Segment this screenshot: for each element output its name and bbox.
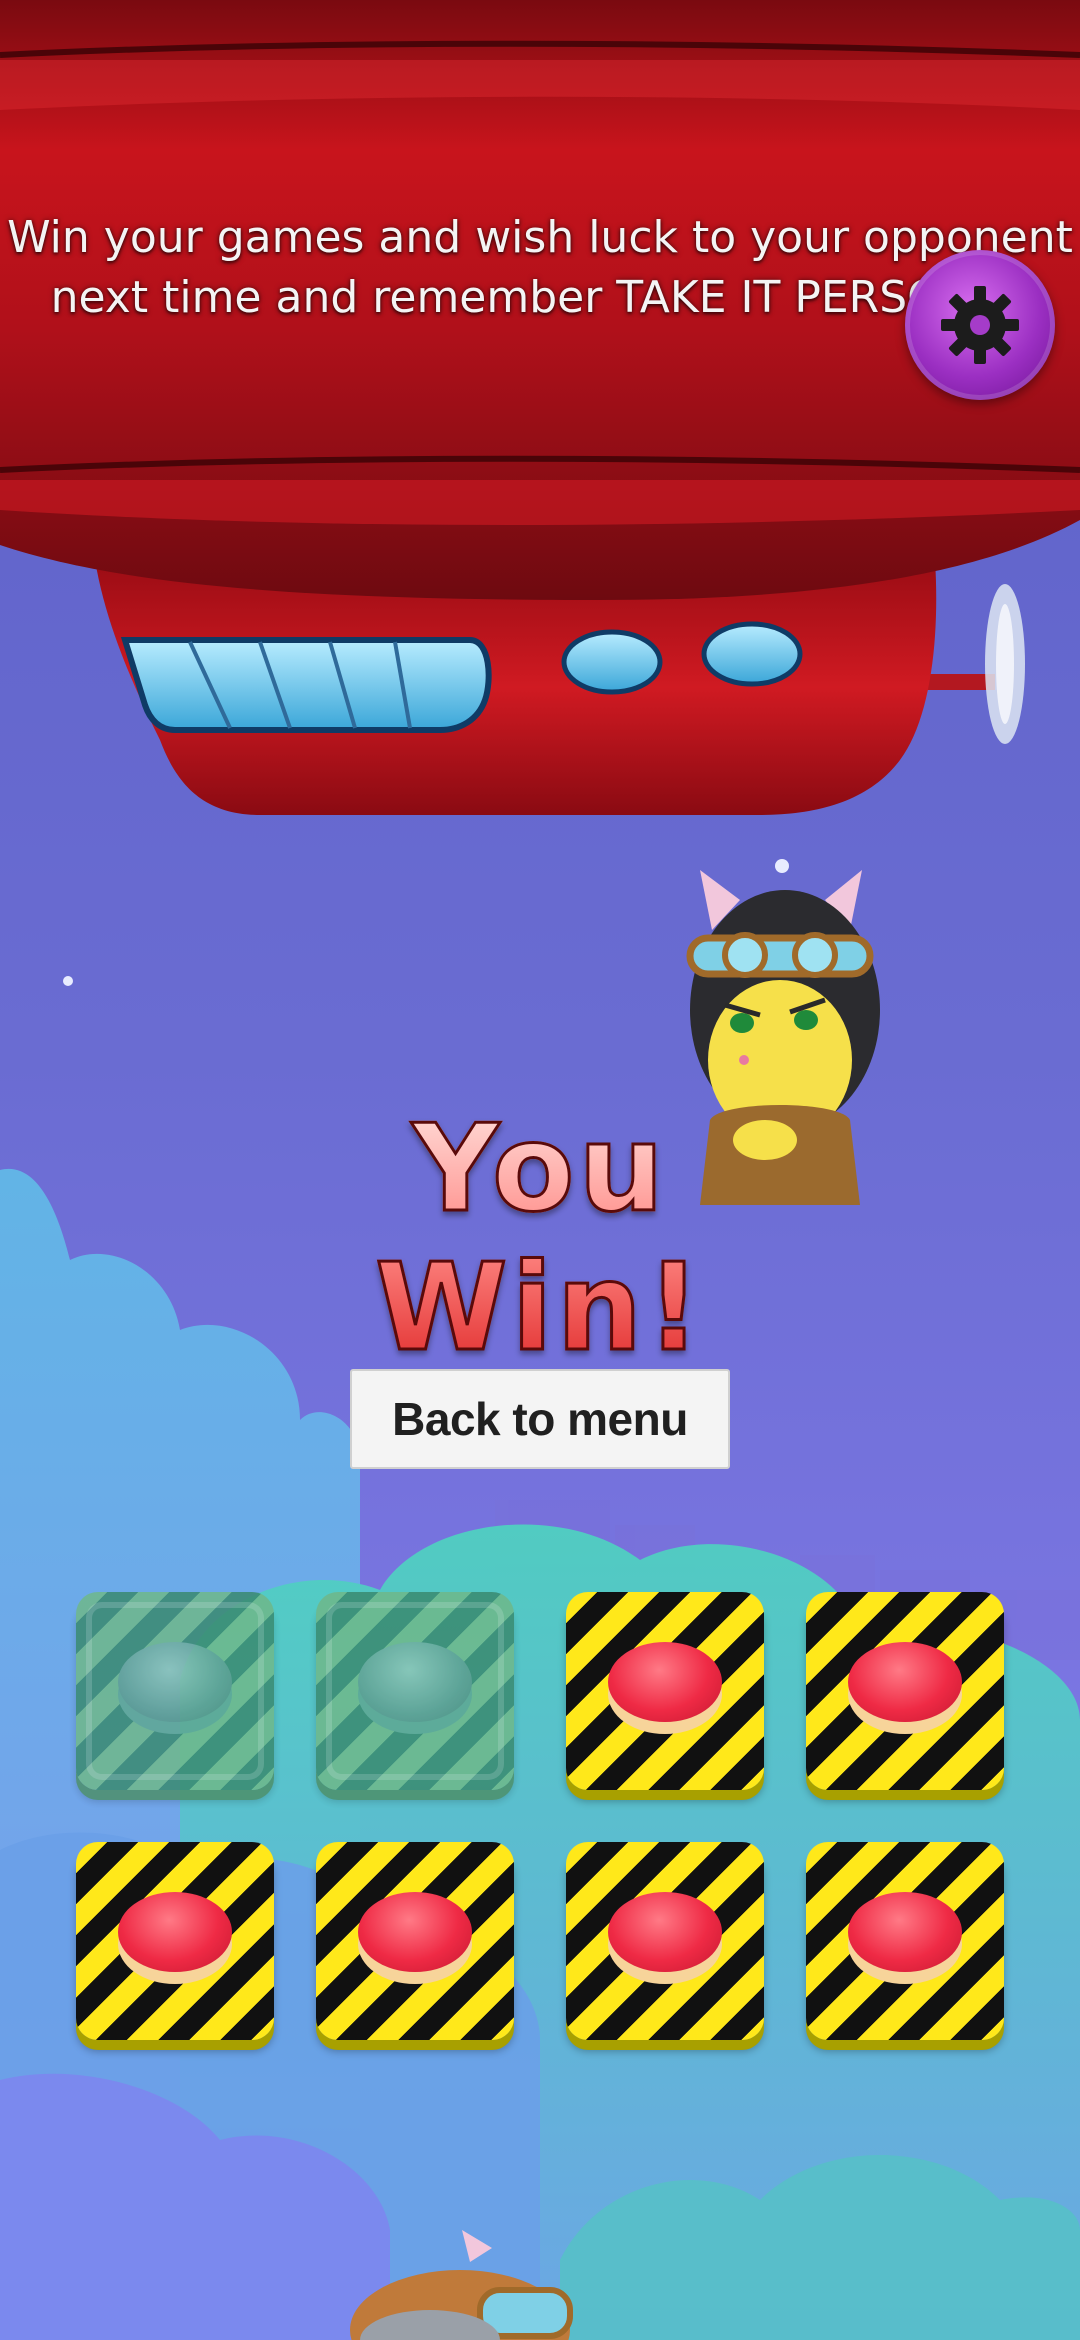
game-pad-2[interactable] <box>316 1592 514 1790</box>
red-button-icon <box>608 1642 722 1722</box>
gear-icon <box>941 286 1019 364</box>
settings-button[interactable] <box>905 250 1055 400</box>
red-button-icon <box>848 1892 962 1972</box>
red-button-icon <box>358 1892 472 1972</box>
game-pad-6[interactable] <box>316 1842 514 2040</box>
back-to-menu-button[interactable]: Back to menu <box>350 1369 730 1469</box>
game-pad-8[interactable] <box>806 1842 1004 2040</box>
star <box>63 976 73 986</box>
game-pad-5[interactable] <box>76 1842 274 2040</box>
game-pad-1[interactable] <box>76 1592 274 1790</box>
red-button-icon <box>118 1892 232 1972</box>
game-pad-4[interactable] <box>806 1592 1004 1790</box>
pressed-button-icon <box>118 1642 232 1722</box>
red-button-icon <box>608 1892 722 1972</box>
game-pad-7[interactable] <box>566 1842 764 2040</box>
banner-line-1: Win your games and wish luck to your opp… <box>7 212 1073 263</box>
game-pad-3[interactable] <box>566 1592 764 1790</box>
result-title: You Win! <box>250 1099 830 1380</box>
red-button-icon <box>848 1642 962 1722</box>
pressed-button-icon <box>358 1642 472 1722</box>
star <box>775 859 789 873</box>
